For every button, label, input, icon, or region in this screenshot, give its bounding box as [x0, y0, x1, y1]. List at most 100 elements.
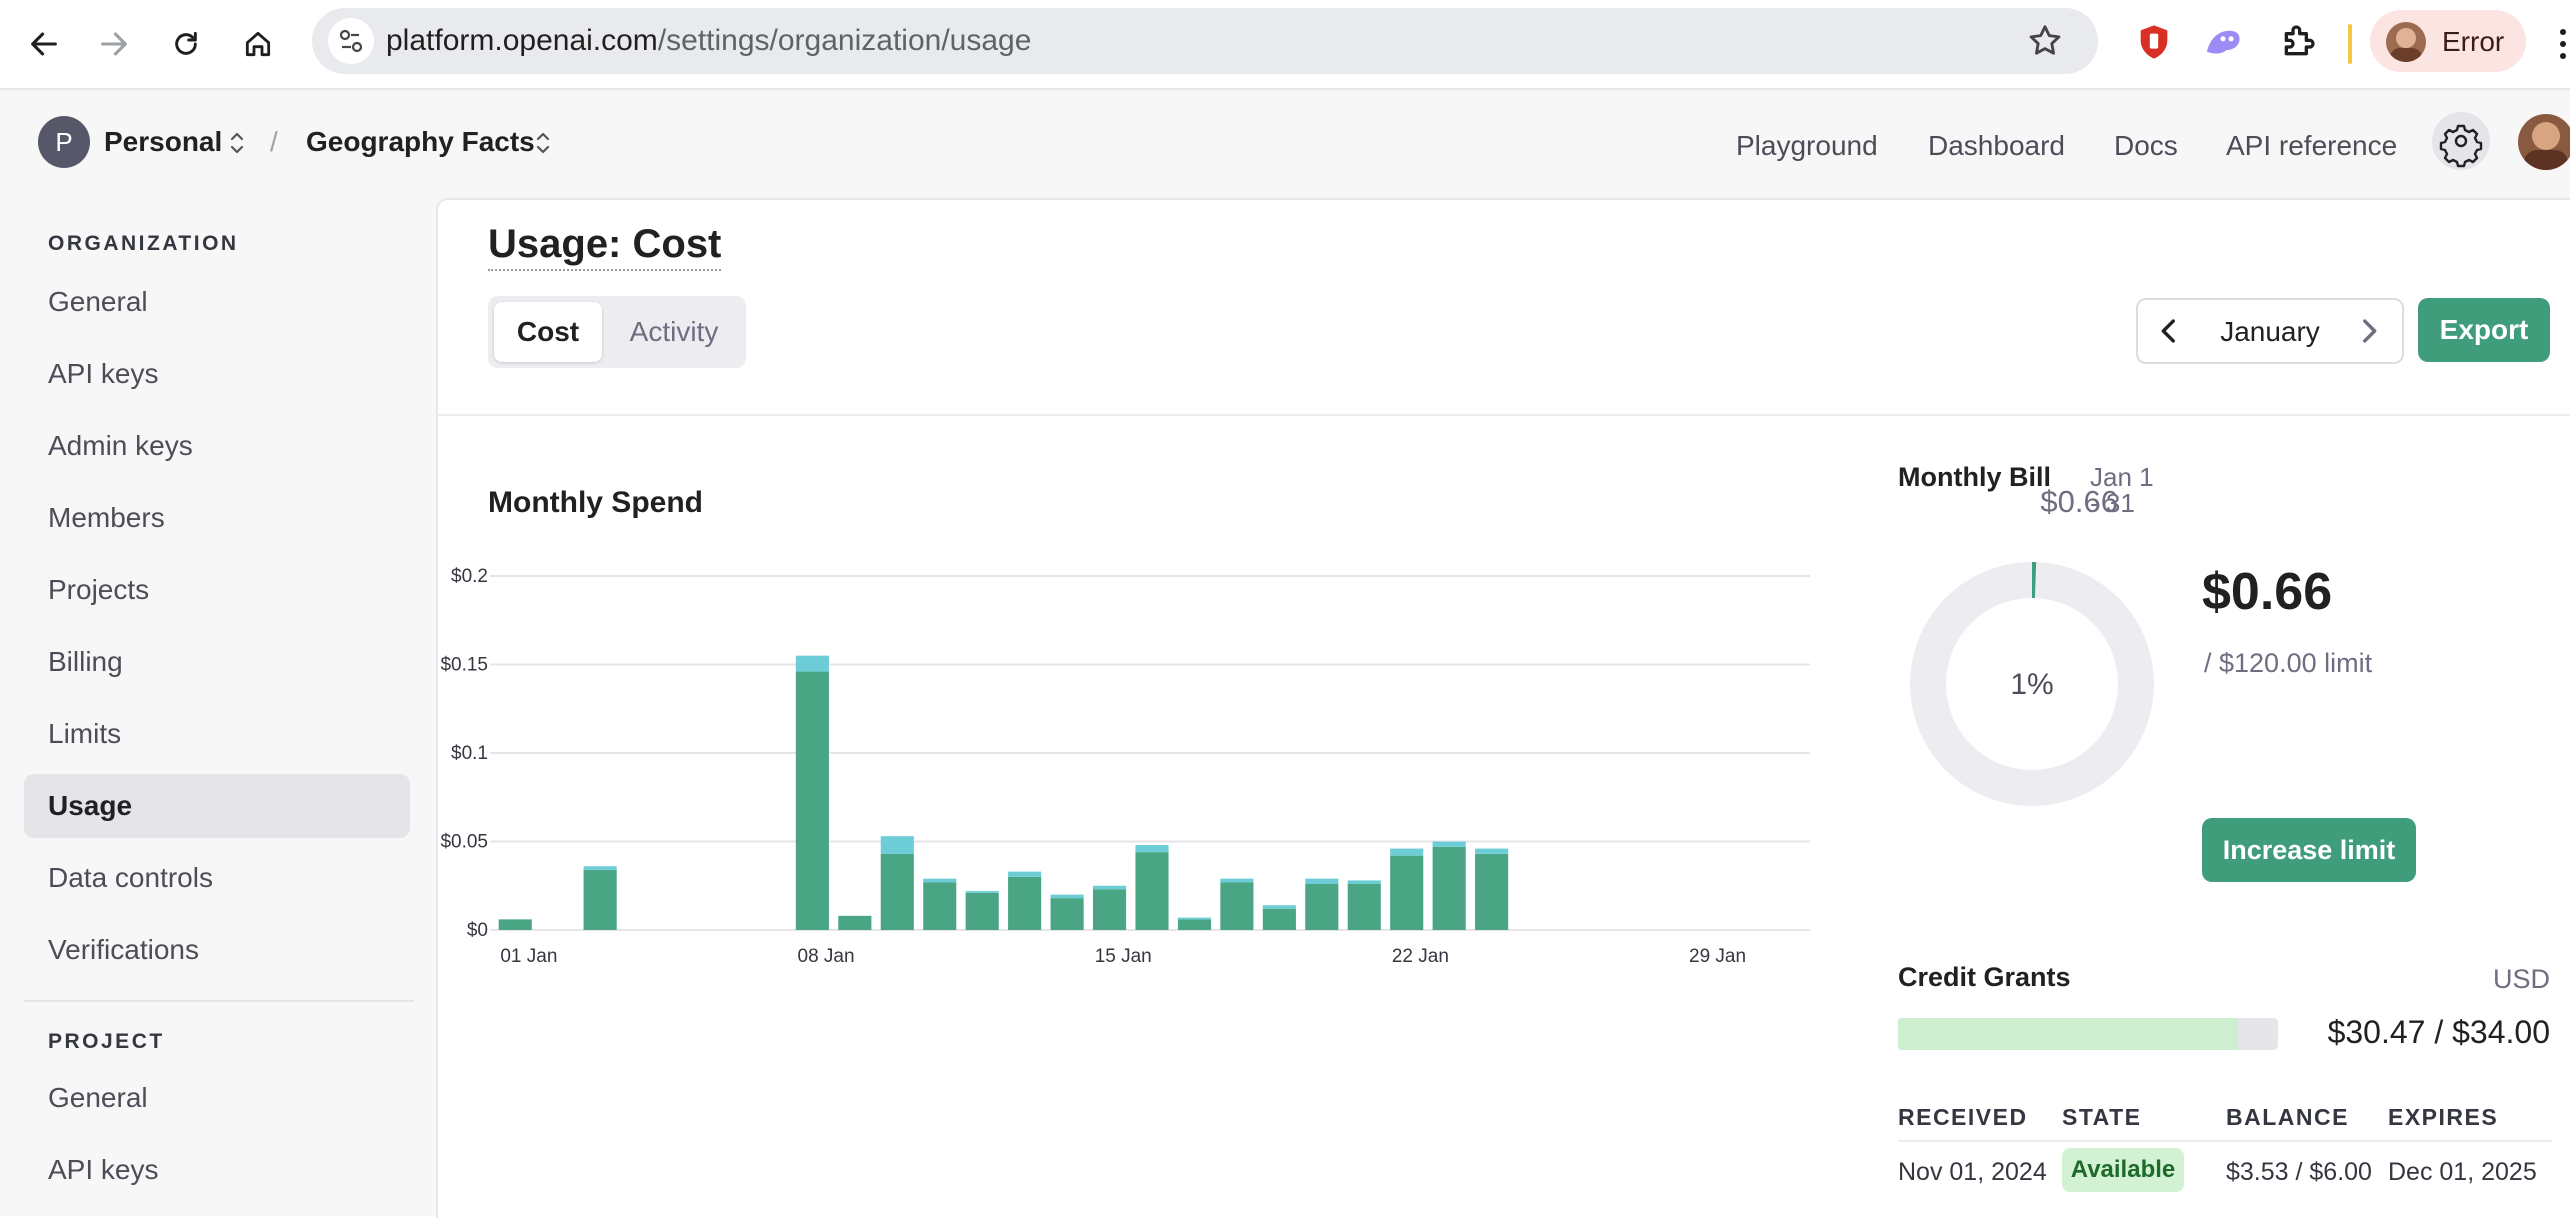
y-tick-label: $0.15 — [440, 655, 488, 676]
status-badge: Available — [2062, 1148, 2184, 1192]
sidebar-item-admin-keys[interactable]: Admin keys — [24, 414, 410, 478]
nav-api-reference[interactable]: API reference — [2226, 130, 2397, 162]
bar-segment — [1092, 889, 1127, 930]
bar-segment — [1475, 853, 1509, 930]
chevron-left-icon[interactable] — [2152, 314, 2186, 353]
extension-ghost-icon[interactable] — [2202, 22, 2244, 67]
nav-docs[interactable]: Docs — [2114, 130, 2178, 162]
increase-limit-button[interactable]: Increase limit — [2202, 818, 2416, 882]
back-arrow-icon[interactable] — [18, 18, 70, 70]
sidebar-item-billing[interactable]: Billing — [24, 630, 410, 694]
project-chevron-updown-icon[interactable] — [532, 128, 554, 163]
bill-limit: / $120.00 limit — [2204, 648, 2373, 678]
org-avatar[interactable]: P — [38, 116, 90, 168]
bar-segment — [1347, 880, 1381, 884]
reload-icon[interactable] — [160, 18, 212, 70]
breadcrumb-separator: / — [270, 126, 278, 157]
sidebar-item-label: Projects — [48, 574, 150, 605]
org-chevron-updown-icon[interactable] — [226, 128, 248, 163]
sidebar-item-projects[interactable]: Projects — [24, 558, 410, 622]
sidebar-item-members[interactable]: Members — [24, 486, 410, 550]
x-tick-label: 29 Jan — [1689, 946, 1746, 967]
x-tick-label: 22 Jan — [1392, 946, 1449, 967]
y-tick-label: $0 — [467, 920, 488, 941]
extension-shield-icon[interactable] — [2134, 22, 2174, 67]
y-tick-label: $0.1 — [451, 743, 488, 764]
sidebar-item-data-controls[interactable]: Data controls — [24, 846, 410, 910]
nav-playground[interactable]: Playground — [1736, 130, 1878, 162]
sidebar-item-label: Admin keys — [48, 430, 193, 461]
sidebar-item-usage[interactable]: Usage — [24, 774, 410, 838]
bill-donut-chart: 1% — [1910, 562, 2154, 806]
bar-segment — [795, 655, 829, 672]
bookmark-star-icon[interactable] — [2026, 22, 2064, 65]
tab-cost[interactable]: Cost — [494, 302, 602, 362]
month-picker: January — [2136, 298, 2404, 364]
sidebar-item-label: Limits — [48, 718, 122, 749]
table-header-divider — [1898, 1140, 2552, 1142]
bar-segment — [1092, 885, 1127, 890]
bar-segment — [880, 836, 914, 854]
bar-segment — [1347, 883, 1381, 930]
bar-segment — [583, 869, 617, 930]
home-icon[interactable] — [232, 18, 284, 70]
org-switcher[interactable]: Personal — [104, 126, 222, 158]
project-section-heading: PROJECT — [48, 1030, 165, 1053]
sidebar-divider — [24, 1000, 414, 1002]
donut-percent-label: 1% — [2010, 668, 2053, 701]
section-divider — [438, 414, 2570, 416]
bar-segment — [1008, 871, 1042, 877]
sidebar-item-label: Verifications — [48, 934, 199, 965]
tab-activity[interactable]: Activity — [608, 302, 740, 362]
grant-balance: $3.53 / $6.00 — [2226, 1158, 2372, 1186]
kebab-menu-icon[interactable] — [2556, 24, 2570, 69]
bill-range-end: - 31 — [2090, 488, 2135, 518]
sidebar-item-label: API keys — [48, 1154, 159, 1185]
sidebar-item-project-api-keys[interactable]: API keys — [24, 1138, 410, 1202]
bar-segment — [1177, 919, 1212, 930]
bar-segment — [1050, 898, 1084, 930]
sidebar-item-api-keys[interactable]: API keys — [24, 342, 410, 406]
forward-arrow-icon[interactable] — [88, 18, 140, 70]
bar-segment — [1220, 882, 1254, 930]
settings-gear-icon[interactable] — [2432, 112, 2490, 170]
sidebar-item-project-general[interactable]: General — [24, 1066, 410, 1130]
bar-segment — [1177, 917, 1212, 920]
site-info-icon[interactable] — [328, 18, 374, 64]
toolbar-divider — [2348, 24, 2352, 64]
export-button[interactable]: Export — [2418, 298, 2550, 362]
bar-segment — [923, 878, 957, 883]
profile-chip[interactable]: Error — [2370, 10, 2526, 72]
bar-segment — [1390, 848, 1424, 856]
col-received: RECEIVED — [1898, 1104, 2028, 1130]
bar-segment — [1008, 876, 1042, 930]
profile-label: Error — [2442, 26, 2505, 57]
sidebar-item-limits[interactable]: Limits — [24, 702, 410, 766]
sidebar-item-label: Data controls — [48, 862, 213, 893]
x-tick-label: 08 Jan — [798, 946, 855, 967]
month-label: January — [2220, 316, 2320, 347]
extensions-puzzle-icon[interactable] — [2278, 22, 2318, 67]
bar-segment — [1050, 894, 1084, 899]
sidebar-item-label: Members — [48, 502, 165, 533]
project-switcher[interactable]: Geography Facts — [306, 126, 535, 158]
monthly-bill-title: Monthly Bill — [1898, 462, 2051, 492]
grant-expires: Dec 01, 2025 — [2388, 1158, 2537, 1186]
user-avatar[interactable] — [2518, 114, 2570, 170]
chevron-right-icon[interactable] — [2352, 314, 2386, 353]
bar-segment — [1432, 841, 1466, 847]
sidebar-item-label: General — [48, 1082, 148, 1113]
bar-segment — [923, 882, 957, 930]
sidebar-item-general[interactable]: General — [24, 270, 410, 334]
nav-dashboard[interactable]: Dashboard — [1928, 130, 2065, 162]
credit-currency: USD — [2492, 964, 2550, 994]
url-path: /settings/organization/usage — [657, 24, 1032, 57]
app-shell: P Personal / Geography Facts Playground … — [0, 90, 2570, 1218]
address-bar[interactable]: platform.openai.com/settings/organizatio… — [312, 8, 2098, 74]
sidebar-item-label: Billing — [48, 646, 123, 677]
bar-segment — [965, 892, 999, 930]
col-state: STATE — [2062, 1104, 2142, 1130]
bar-segment — [1262, 905, 1296, 909]
sidebar-item-verifications[interactable]: Verifications — [24, 918, 410, 982]
bar-segment — [838, 915, 872, 930]
